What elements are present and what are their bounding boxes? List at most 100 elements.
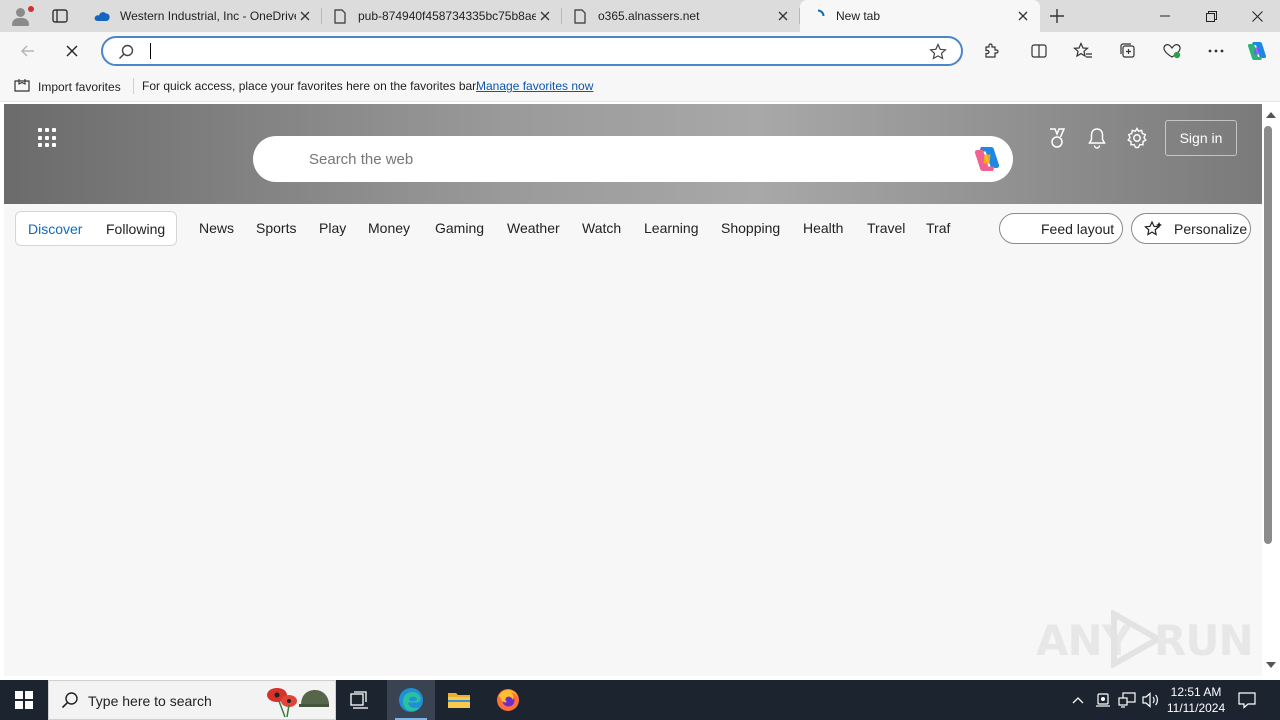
close-tab-icon[interactable] [1014, 7, 1032, 25]
personalize-label: Personalize [1174, 220, 1248, 237]
nav-link-gaming[interactable]: Gaming [435, 220, 484, 236]
close-window-icon[interactable] [1234, 0, 1280, 32]
extensions-icon[interactable] [979, 39, 1003, 63]
close-tab-icon[interactable] [536, 7, 554, 25]
tab-title: Western Industrial, Inc - OneDrive [120, 9, 296, 23]
manage-favorites-link[interactable]: Manage favorites now [476, 79, 593, 93]
address-bar[interactable] [101, 36, 963, 66]
sign-in-button[interactable]: Sign in [1165, 120, 1237, 156]
tab-title: o365.alnassers.net [598, 9, 700, 23]
close-tab-icon[interactable] [296, 7, 314, 25]
rewards-icon[interactable] [1045, 126, 1069, 150]
nav-link-learning[interactable]: Learning [644, 220, 699, 236]
close-tab-icon[interactable] [774, 7, 792, 25]
minimize-icon[interactable] [1142, 0, 1188, 32]
import-icon [14, 78, 31, 96]
nav-link-health[interactable]: Health [803, 220, 843, 236]
app-launcher-icon[interactable] [38, 128, 58, 148]
page-icon [332, 8, 348, 24]
nav-link-news[interactable]: News [199, 220, 234, 236]
nav-link-play[interactable]: Play [319, 220, 346, 236]
taskbar-search-box[interactable]: Type here to search [48, 680, 336, 720]
nav-link-money[interactable]: Money [368, 220, 410, 236]
file-explorer-button[interactable] [435, 680, 483, 720]
web-search-box[interactable]: Search the web [253, 136, 1013, 182]
page-scrollbar[interactable] [1262, 104, 1280, 676]
search-icon [61, 691, 79, 712]
tab-following[interactable]: Following [106, 221, 165, 237]
new-tab-page: Search the web Sign in Discover Followin… [4, 104, 1262, 676]
nav-link-weather[interactable]: Weather [507, 220, 560, 236]
start-button[interactable] [0, 680, 48, 720]
browser-toolbar [0, 32, 1280, 70]
tab-title: pub-874940f458734335bc75b8aef [358, 9, 536, 23]
nav-link-shopping[interactable]: Shopping [721, 220, 780, 236]
tab-o365[interactable]: o365.alnassers.net [562, 0, 800, 32]
task-view-button[interactable] [336, 680, 384, 720]
edge-taskbar-button[interactable] [387, 680, 435, 720]
tab-title: New tab [836, 9, 881, 23]
more-options-icon[interactable] [1204, 39, 1228, 63]
personalize-button[interactable]: Personalize [1131, 213, 1251, 244]
nav-link-travel[interactable]: Travel [867, 220, 905, 236]
firefox-icon [497, 689, 519, 711]
web-search-placeholder: Search the web [309, 151, 414, 168]
edge-icon [399, 688, 423, 712]
collections-icon[interactable] [1116, 39, 1140, 63]
tab-strip: Western Industrial, Inc - OneDrive pub-8… [0, 0, 1280, 32]
import-favorites-label: Import favorites [38, 80, 121, 94]
feed-segment-control: Discover Following [15, 211, 177, 246]
tab-pub[interactable]: pub-874940f458734335bc75b8aef [322, 0, 562, 32]
volume-icon[interactable] [1141, 690, 1161, 710]
import-favorites-button[interactable]: Import favorites [14, 78, 121, 96]
copilot-icon[interactable] [971, 144, 1003, 174]
profile-avatar-icon[interactable] [8, 4, 34, 28]
personalize-icon [1144, 220, 1164, 238]
folder-icon [448, 693, 470, 708]
notification-center-icon[interactable] [1236, 689, 1258, 711]
settings-gear-icon[interactable] [1125, 126, 1149, 150]
nav-link-sports[interactable]: Sports [256, 220, 296, 236]
clock-time: 12:51 AM [1170, 685, 1222, 699]
windows-taskbar: Type here to search 12:51 AM 11/11/2024 [0, 680, 1280, 720]
stop-loading-icon[interactable] [60, 39, 84, 63]
tab-onedrive[interactable]: Western Industrial, Inc - OneDrive [84, 0, 322, 32]
show-hidden-icons-chevron-icon[interactable] [1068, 690, 1088, 710]
search-icon [118, 44, 134, 63]
clock-date: 11/11/2024 [1166, 701, 1226, 715]
notifications-bell-icon[interactable] [1085, 126, 1109, 150]
scroll-up-icon[interactable] [1266, 112, 1276, 118]
tab-new-tab[interactable]: New tab [800, 0, 1040, 32]
divider [133, 78, 134, 94]
back-icon[interactable] [16, 39, 40, 63]
tab-discover[interactable]: Discover [28, 221, 82, 237]
task-view-icon [350, 691, 368, 709]
feed-navigation: Discover Following News Sports Play Mone… [4, 204, 1262, 252]
text-caret [150, 43, 151, 59]
copilot-icon[interactable] [1245, 39, 1269, 63]
windows-logo-icon [15, 691, 33, 709]
scrollbar-thumb[interactable] [1264, 126, 1272, 544]
feed-layout-label: Feed layout [1041, 220, 1115, 237]
onedrive-icon [94, 8, 110, 24]
anyrun-watermark-logo: ANY RUN [1036, 610, 1254, 668]
feed-layout-button[interactable]: Feed layout [999, 213, 1123, 244]
nav-link-watch[interactable]: Watch [582, 220, 621, 236]
restore-icon[interactable] [1188, 0, 1234, 32]
browser-essentials-icon[interactable] [1160, 39, 1184, 63]
scroll-down-icon[interactable] [1266, 662, 1276, 668]
network-icon[interactable] [1117, 690, 1137, 710]
firefox-taskbar-button[interactable] [484, 680, 532, 720]
loading-icon [810, 8, 826, 24]
meet-now-icon[interactable] [1093, 690, 1113, 710]
page-icon [572, 8, 588, 24]
split-screen-icon[interactable] [1027, 39, 1051, 63]
new-tab-header: Search the web Sign in [4, 104, 1262, 204]
tab-actions-icon[interactable] [50, 6, 70, 26]
nav-link-traffic[interactable]: Traf [926, 220, 950, 236]
system-clock[interactable]: 12:51 AM 11/11/2024 [1160, 684, 1232, 716]
new-tab-icon[interactable] [1046, 5, 1068, 27]
add-favorite-star-icon[interactable] [929, 43, 947, 64]
taskbar-search-placeholder: Type here to search [88, 693, 212, 709]
favorites-icon[interactable] [1071, 39, 1095, 63]
